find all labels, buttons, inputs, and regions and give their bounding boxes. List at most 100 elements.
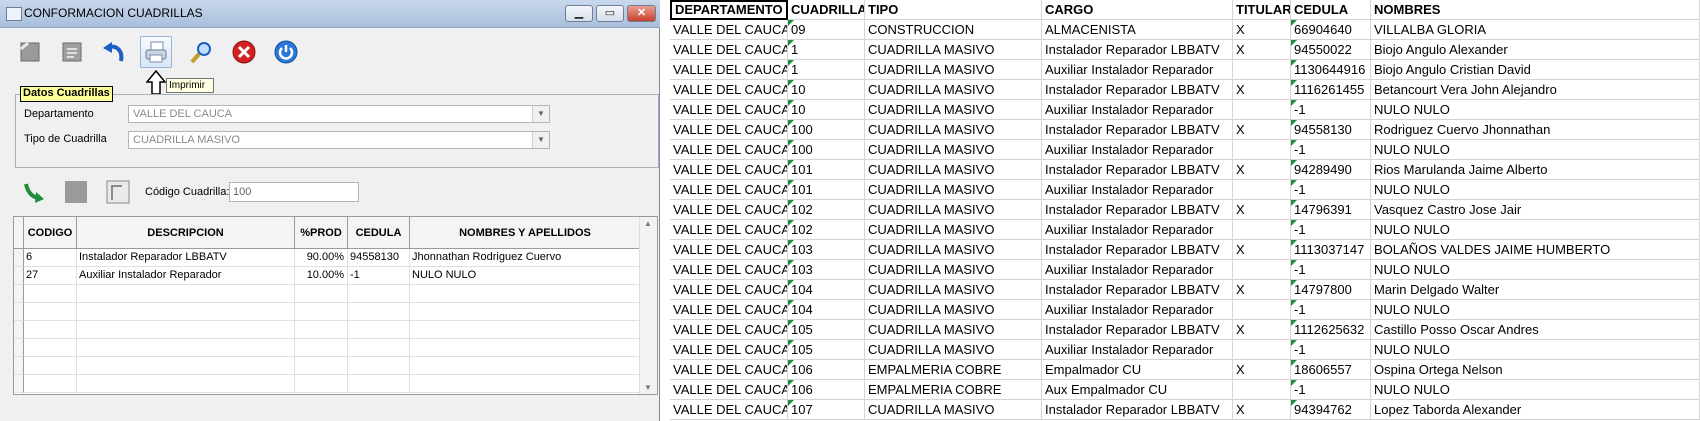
- cell-cuadrilla[interactable]: 107: [788, 400, 865, 420]
- sheet-header-cargo[interactable]: CARGO: [1042, 0, 1233, 20]
- cell-tipo[interactable]: CUADRILLA MASIVO: [865, 280, 1042, 300]
- sheet-header-titular[interactable]: TITULAR: [1233, 0, 1291, 20]
- table-row[interactable]: [14, 357, 641, 375]
- cell-tipo[interactable]: CUADRILLA MASIVO: [865, 320, 1042, 340]
- page-button[interactable]: [104, 178, 132, 206]
- cell-cuadrilla[interactable]: 103: [788, 240, 865, 260]
- cell-tipo[interactable]: CUADRILLA MASIVO: [865, 140, 1042, 160]
- cell-titular[interactable]: X: [1233, 200, 1291, 220]
- cell-departamento[interactable]: VALLE DEL CAUCA: [670, 40, 788, 60]
- cell-cuadrilla[interactable]: 103: [788, 260, 865, 280]
- cell-cuadrilla[interactable]: 100: [788, 140, 865, 160]
- print-button[interactable]: [140, 36, 172, 68]
- cell-nombres[interactable]: VILLALBA GLORIA: [1371, 20, 1700, 40]
- cell-tipo[interactable]: CUADRILLA MASIVO: [865, 180, 1042, 200]
- cell-departamento[interactable]: VALLE DEL CAUCA: [670, 60, 788, 80]
- sheet-header-tipo[interactable]: TIPO: [865, 0, 1042, 20]
- delete-button[interactable]: [228, 36, 260, 68]
- row-selector[interactable]: [14, 339, 24, 357]
- header-nombres[interactable]: NOMBRES Y APELLIDOS: [410, 217, 641, 249]
- cell-titular[interactable]: [1233, 340, 1291, 360]
- cell-cedula[interactable]: -1: [1291, 180, 1371, 200]
- cell-cargo[interactable]: Auxiliar Instalador Reparador: [1042, 260, 1233, 280]
- sheet-header-cuadrilla[interactable]: CUADRILLA: [788, 0, 865, 20]
- cell-cedula[interactable]: -1: [1291, 260, 1371, 280]
- table-row[interactable]: [14, 339, 641, 357]
- cell-cedula[interactable]: -1: [1291, 380, 1371, 400]
- minimize-button[interactable]: ▁: [565, 5, 593, 22]
- cell-cuadrilla[interactable]: 10: [788, 80, 865, 100]
- cell-titular[interactable]: X: [1233, 20, 1291, 40]
- row-selector[interactable]: [14, 357, 24, 375]
- cell-tipo[interactable]: CUADRILLA MASIVO: [865, 400, 1042, 420]
- cell-titular[interactable]: [1233, 100, 1291, 120]
- cell-nombres[interactable]: Biojo Angulo Cristian David: [1371, 60, 1700, 80]
- cell-titular[interactable]: [1233, 140, 1291, 160]
- cell-departamento[interactable]: VALLE DEL CAUCA: [670, 300, 788, 320]
- cell-titular[interactable]: X: [1233, 160, 1291, 180]
- close-button[interactable]: ✕: [627, 5, 656, 22]
- cell-titular[interactable]: [1233, 300, 1291, 320]
- table-row[interactable]: 6 Instalador Reparador LBBATV 90.00% 945581…: [14, 249, 641, 267]
- cell-tipo[interactable]: CUADRILLA MASIVO: [865, 40, 1042, 60]
- cell-cuadrilla[interactable]: 1: [788, 40, 865, 60]
- cell-cuadrilla[interactable]: 105: [788, 320, 865, 340]
- row-selector[interactable]: [14, 249, 24, 267]
- cell-departamento[interactable]: VALLE DEL CAUCA: [670, 20, 788, 40]
- table-row[interactable]: [14, 375, 641, 393]
- title-bar[interactable]: CONFORMACION CUADRILLAS ▁ ▭ ✕: [0, 0, 660, 28]
- cell-cargo[interactable]: Instalador Reparador LBBATV: [1042, 240, 1233, 260]
- cell-departamento[interactable]: VALLE DEL CAUCA: [670, 160, 788, 180]
- cell-titular[interactable]: [1233, 180, 1291, 200]
- cell-departamento[interactable]: VALLE DEL CAUCA: [670, 80, 788, 100]
- members-grid[interactable]: CODIGO DESCRIPCION %PROD CEDULA NOMBRES …: [13, 216, 658, 395]
- cell-cargo[interactable]: Instalador Reparador LBBATV: [1042, 40, 1233, 60]
- cell-cuadrilla[interactable]: 1: [788, 60, 865, 80]
- cell-departamento[interactable]: VALLE DEL CAUCA: [670, 320, 788, 340]
- cell-cuadrilla[interactable]: 104: [788, 300, 865, 320]
- cell-departamento[interactable]: VALLE DEL CAUCA: [670, 180, 788, 200]
- cell-cargo[interactable]: Auxiliar Instalador Reparador: [1042, 140, 1233, 160]
- cell-nombres[interactable]: NULO NULO: [1371, 380, 1700, 400]
- cell-tipo[interactable]: EMPALMERIA COBRE: [865, 380, 1042, 400]
- chevron-down-icon[interactable]: ▼: [532, 106, 549, 122]
- cell-cedula[interactable]: 1130644916: [1291, 60, 1371, 80]
- cell-titular[interactable]: X: [1233, 360, 1291, 380]
- cell-cedula[interactable]: -1: [1291, 220, 1371, 240]
- new-button[interactable]: [14, 36, 46, 68]
- cell-cuadrilla[interactable]: 106: [788, 380, 865, 400]
- cell-cargo[interactable]: Auxiliar Instalador Reparador: [1042, 340, 1233, 360]
- cell-cargo[interactable]: Empalmador CU: [1042, 360, 1233, 380]
- cell-tipo[interactable]: CUADRILLA MASIVO: [865, 200, 1042, 220]
- tipo-cuadrilla-select[interactable]: CUADRILLA MASIVO ▼: [128, 131, 550, 149]
- cell-departamento[interactable]: VALLE DEL CAUCA: [670, 260, 788, 280]
- cell-cargo[interactable]: Instalador Reparador LBBATV: [1042, 320, 1233, 340]
- cell-cedula[interactable]: 1112625632: [1291, 320, 1371, 340]
- cell-cargo[interactable]: Instalador Reparador LBBATV: [1042, 160, 1233, 180]
- cell-departamento[interactable]: VALLE DEL CAUCA: [670, 220, 788, 240]
- cell-cuadrilla[interactable]: 102: [788, 220, 865, 240]
- cell-titular[interactable]: X: [1233, 240, 1291, 260]
- cell-titular[interactable]: X: [1233, 40, 1291, 60]
- cell-cuadrilla[interactable]: 100: [788, 120, 865, 140]
- chevron-down-icon[interactable]: ▼: [532, 132, 549, 148]
- cell-nombres[interactable]: NULO NULO: [1371, 300, 1700, 320]
- scroll-down-icon[interactable]: ▼: [644, 383, 652, 392]
- cell-nombres[interactable]: NULO NULO: [1371, 260, 1700, 280]
- cell-tipo[interactable]: EMPALMERIA COBRE: [865, 360, 1042, 380]
- cell-titular[interactable]: X: [1233, 120, 1291, 140]
- sheet-header-departamento[interactable]: DEPARTAMENTO: [670, 0, 788, 20]
- table-row[interactable]: 27 Auxiliar Instalador Reparador 10.00% -1 N…: [14, 267, 641, 285]
- table-row[interactable]: [14, 321, 641, 339]
- cell-departamento[interactable]: VALLE DEL CAUCA: [670, 360, 788, 380]
- table-row[interactable]: [14, 285, 641, 303]
- cell-cuadrilla[interactable]: 106: [788, 360, 865, 380]
- sheet-header-cedula[interactable]: CEDULA: [1291, 0, 1371, 20]
- row-selector[interactable]: [14, 375, 24, 393]
- cell-tipo[interactable]: CUADRILLA MASIVO: [865, 240, 1042, 260]
- cell-titular[interactable]: X: [1233, 80, 1291, 100]
- cell-cargo[interactable]: Auxiliar Instalador Reparador: [1042, 300, 1233, 320]
- cell-nombres[interactable]: BOLAÑOS VALDES JAIME HUMBERTO: [1371, 240, 1700, 260]
- cell-cedula[interactable]: 14797800: [1291, 280, 1371, 300]
- cell-cargo[interactable]: Instalador Reparador LBBATV: [1042, 80, 1233, 100]
